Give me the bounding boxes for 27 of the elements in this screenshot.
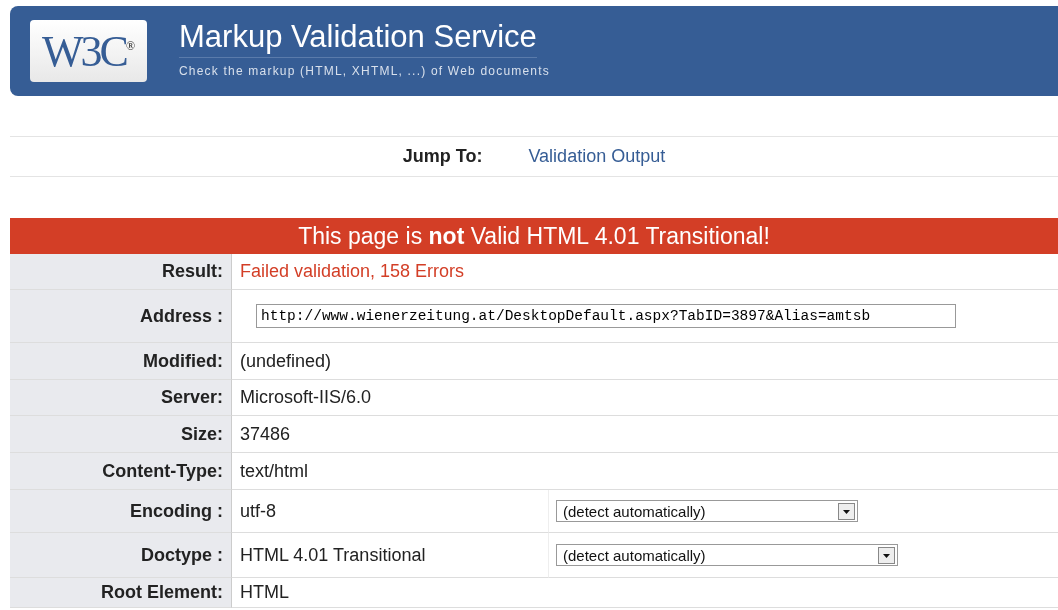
- row-label: Encoding :: [10, 490, 232, 533]
- row-label: Result:: [10, 254, 232, 290]
- row-value: utf-8: [232, 490, 548, 533]
- select-dropdown[interactable]: (detect automatically): [556, 544, 898, 566]
- row-value: Microsoft-IIS/6.0: [232, 380, 1058, 416]
- select-dropdown[interactable]: (detect automatically): [556, 500, 858, 522]
- row-label: Address :: [10, 290, 232, 343]
- jump-label: Jump To:: [402, 146, 483, 167]
- page-subtitle: Check the markup (HTML, XHTML, ...) of Web documents: [179, 63, 550, 78]
- address-field[interactable]: http://www.wienerzeitung.at/DesktopDefault.aspx?TabID=3897&Alias=amtsb: [256, 304, 956, 328]
- row-label: Size:: [10, 416, 232, 453]
- row-label: Root Element:: [10, 578, 232, 608]
- row-label: Modified:: [10, 343, 232, 380]
- row-value: text/html: [232, 453, 1058, 490]
- row-label: Server:: [10, 380, 232, 416]
- row-value: HTML 4.01 Transitional: [232, 533, 548, 578]
- banner-text: This page is not Valid HTML 4.01 Transitional!: [298, 222, 770, 250]
- row-value: 37486: [232, 416, 1058, 453]
- jump-link[interactable]: Validation Output: [528, 146, 666, 167]
- result-value: Failed validation, 158 Errors: [232, 254, 1058, 290]
- page-title: Markup Validation Service: [179, 18, 537, 58]
- logo-text: W3C$^{®}$: [42, 25, 135, 77]
- logo[interactable]: W3C$^{®}$: [30, 20, 147, 82]
- row-label: Content-Type:: [10, 453, 232, 490]
- row-label: Doctype :: [10, 533, 232, 578]
- row-value: (undefined): [232, 343, 1058, 380]
- row-value: HTML: [232, 578, 1058, 608]
